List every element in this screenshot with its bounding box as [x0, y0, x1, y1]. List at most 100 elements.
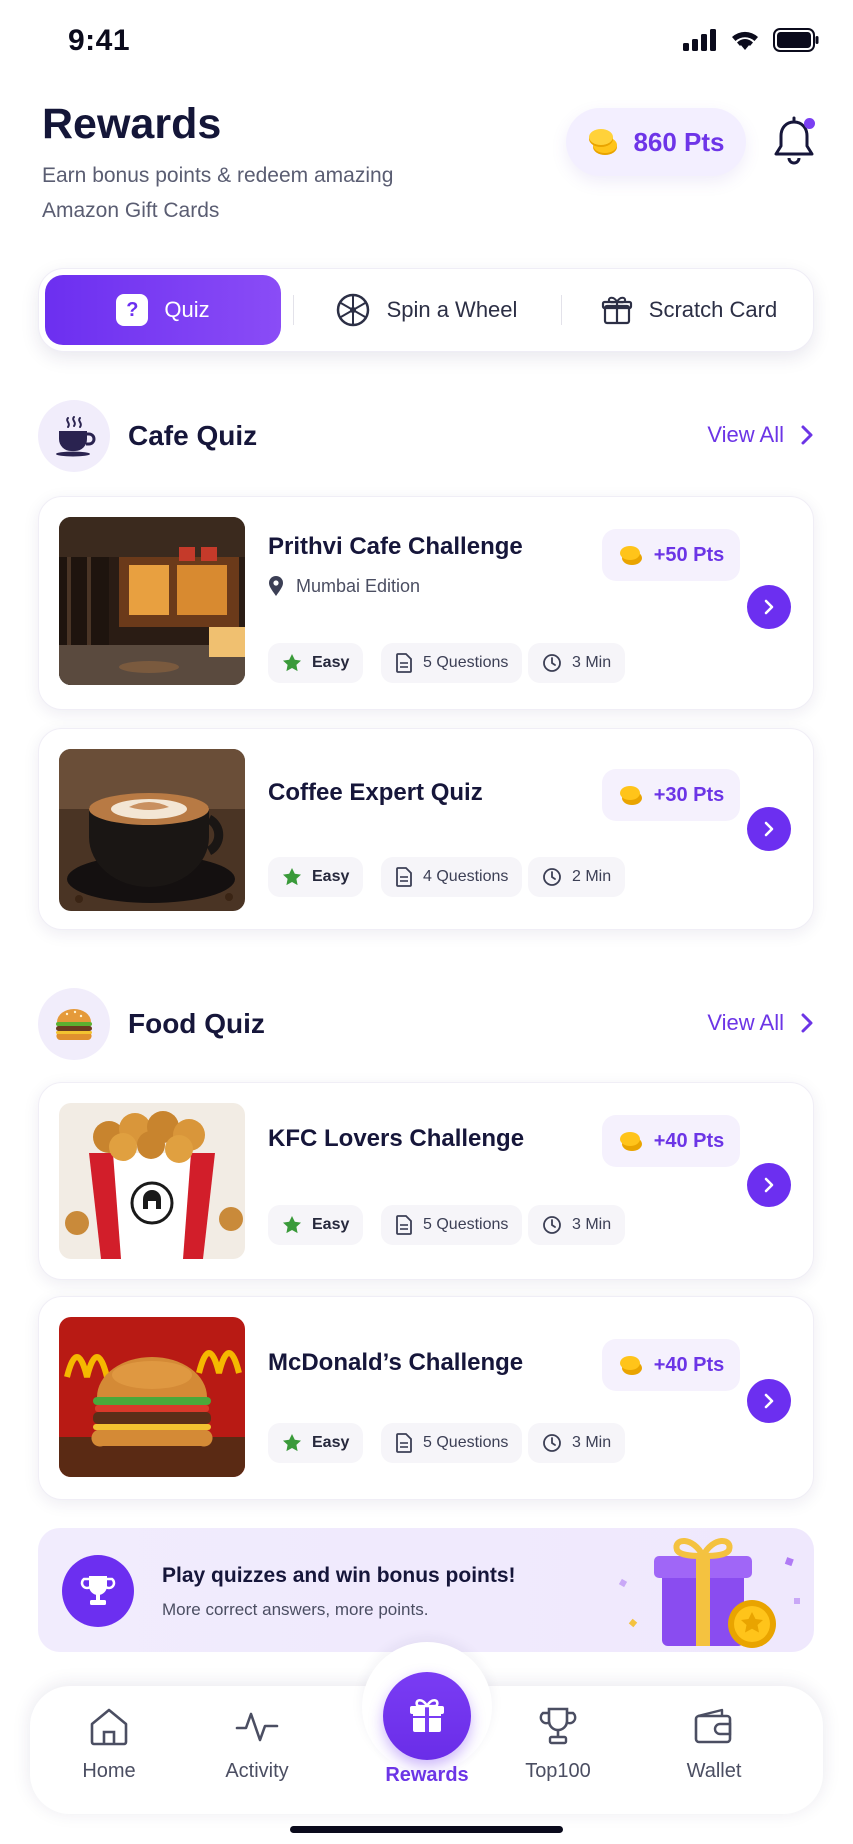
wifi-icon	[732, 31, 758, 50]
coin-icon	[619, 546, 642, 565]
duration-label: 2 Min	[572, 868, 612, 885]
tab-label: Quiz	[164, 297, 210, 322]
promo-title: Play quizzes and win bonus points!	[162, 1564, 516, 1587]
start-quiz-button[interactable]	[747, 585, 791, 629]
quiz-card[interactable]: KFC Lovers Challenge +40 Pts Easy 5 Ques…	[38, 1082, 814, 1280]
points-value: +40 Pts	[653, 1353, 725, 1376]
nav-rewards[interactable]	[383, 1672, 471, 1760]
star-icon	[283, 1216, 301, 1234]
clock-icon	[543, 868, 561, 886]
card-title: Coffee Expert Quiz	[268, 779, 483, 806]
tab-spin-wheel[interactable]: Spin a Wheel	[301, 275, 551, 345]
difficulty-tag: Easy	[268, 643, 364, 683]
points-value: +30 Pts	[653, 783, 725, 806]
nav-top100[interactable]: Top100	[498, 1706, 618, 1806]
section-title: Food Quiz	[128, 1008, 265, 1039]
duration-label: 3 Min	[572, 654, 612, 671]
card-title: Prithvi Cafe Challenge	[268, 533, 523, 560]
section-food-quiz: Food Quiz View All	[38, 988, 814, 1064]
tab-quiz[interactable]: ? Quiz	[45, 275, 281, 345]
burger-image	[59, 1317, 245, 1477]
location-pin-icon	[269, 576, 283, 596]
points-badge: +40 Pts	[602, 1115, 740, 1167]
section-cafe-quiz: Cafe Quiz View All	[38, 400, 814, 476]
view-all-label: View All	[707, 422, 784, 447]
questions-tag: 5 Questions	[381, 643, 523, 683]
status-icons	[683, 28, 819, 52]
tab-divider	[293, 295, 294, 325]
nav-label[interactable]: Rewards	[362, 1764, 492, 1787]
tab-scratch-card[interactable]: Scratch Card	[569, 275, 809, 345]
chevron-right-icon	[764, 1177, 774, 1193]
notification-dot	[804, 118, 815, 129]
battery-icon	[773, 28, 819, 52]
coffee-cup-icon	[38, 400, 110, 472]
tab-divider	[561, 295, 562, 325]
duration-label: 3 Min	[572, 1434, 612, 1451]
location-label: Mumbai Edition	[296, 575, 421, 596]
promo-banner[interactable]: Play quizzes and win bonus points! More …	[38, 1528, 814, 1652]
questions-label: 5 Questions	[423, 1434, 509, 1451]
nav-label: Wallet	[686, 1760, 742, 1782]
view-all-link[interactable]: View All	[707, 1010, 814, 1036]
duration-label: 3 Min	[572, 1216, 612, 1233]
nav-home[interactable]: Home	[49, 1706, 169, 1806]
start-quiz-button[interactable]	[747, 1163, 791, 1207]
quiz-card[interactable]: McDonald’s Challenge +40 Pts Easy 5 Ques…	[38, 1296, 814, 1500]
nav-wallet[interactable]: Wallet	[654, 1706, 774, 1806]
cafe-storefront-image	[59, 517, 245, 685]
nav-label: Top100	[525, 1760, 591, 1782]
questions-tag: 5 Questions	[381, 1205, 523, 1245]
coin-stack-icon	[589, 129, 618, 155]
clock-icon	[543, 1216, 561, 1234]
view-all-link[interactable]: View All	[707, 422, 814, 448]
home-indicator	[290, 1826, 563, 1833]
document-icon	[396, 1433, 412, 1453]
star-icon	[283, 654, 301, 672]
trophy-icon	[539, 1707, 577, 1745]
difficulty-label: Easy	[312, 868, 350, 885]
points-badge: +30 Pts	[602, 769, 740, 821]
kfc-bucket-image	[59, 1103, 245, 1259]
difficulty-tag: Easy	[268, 1423, 364, 1463]
page-subtitle: Earn bonus points & redeem amazing Amazo…	[42, 164, 394, 222]
coin-icon	[619, 1356, 642, 1375]
nav-activity[interactable]: Activity	[197, 1706, 317, 1806]
chevron-right-icon	[764, 599, 774, 615]
reward-tabs: ? Quiz Spin a Wheel Scratch Card	[38, 268, 814, 352]
start-quiz-button[interactable]	[747, 1379, 791, 1423]
points-value: 860 Pts	[633, 126, 725, 157]
tab-label: Spin a Wheel	[386, 297, 518, 322]
star-icon	[283, 1434, 301, 1452]
difficulty-tag: Easy	[268, 1205, 364, 1245]
nav-label: Activity	[225, 1760, 289, 1782]
wallet-icon	[694, 1708, 732, 1744]
chevron-right-icon	[801, 425, 813, 445]
gift-icon	[601, 296, 632, 325]
start-quiz-button[interactable]	[747, 807, 791, 851]
points-badge: +40 Pts	[602, 1339, 740, 1391]
quiz-icon: ?	[116, 294, 149, 326]
quiz-card[interactable]: Prithvi Cafe Challenge Mumbai Edition +5…	[38, 496, 814, 710]
status-time: 9:41	[68, 24, 131, 57]
quiz-card[interactable]: Coffee Expert Quiz +30 Pts Easy 4 Questi…	[38, 728, 814, 930]
star-icon	[283, 868, 301, 886]
duration-tag: 3 Min	[528, 1205, 626, 1245]
points-badge: +50 Pts	[602, 529, 740, 581]
document-icon	[396, 867, 412, 887]
card-title: KFC Lovers Challenge	[268, 1125, 525, 1152]
difficulty-tag: Easy	[268, 857, 364, 897]
questions-label: 5 Questions	[423, 1216, 509, 1233]
points-balance[interactable]: 860 Pts	[566, 108, 746, 176]
burger-icon	[38, 988, 110, 1060]
questions-label: 5 Questions	[423, 654, 509, 671]
difficulty-label: Easy	[312, 654, 350, 671]
section-title: Cafe Quiz	[128, 420, 258, 451]
latte-cup-image	[59, 749, 245, 911]
home-icon	[90, 1708, 128, 1746]
document-icon	[396, 653, 412, 673]
tab-label: Scratch Card	[648, 297, 778, 322]
activity-icon	[235, 1712, 279, 1742]
chevron-right-icon	[764, 1393, 774, 1409]
difficulty-label: Easy	[312, 1216, 350, 1233]
